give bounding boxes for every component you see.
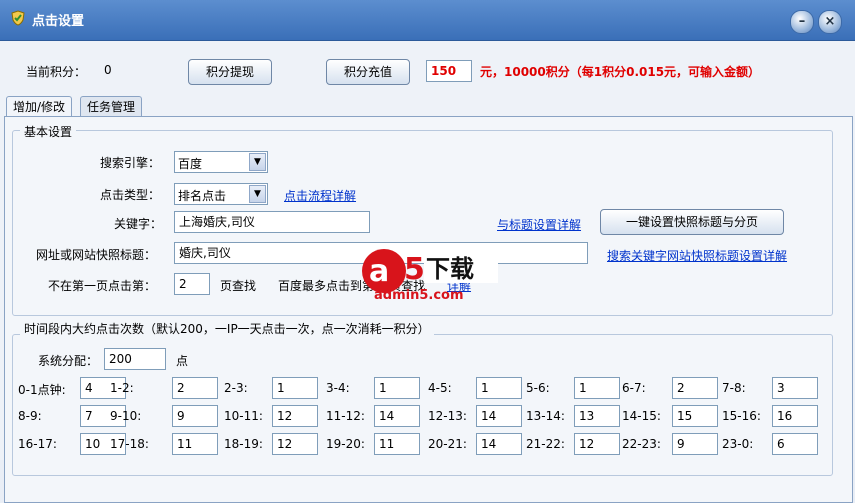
timeslot-label: 0-1点钟: (18, 383, 66, 397)
url-label: 网址或网站快照标题： (36, 248, 157, 262)
system-alloc-unit: 点 (176, 354, 189, 368)
timeslot-input[interactable]: 14 (476, 405, 522, 427)
click-type-select[interactable]: 排名点击 ▼ (174, 183, 268, 205)
timeslot-label: 10-11: (224, 409, 263, 423)
timeslot-input[interactable]: 15 (672, 405, 718, 427)
tab-task-management[interactable]: 任务管理 (80, 96, 143, 117)
click-type-value: 排名点击 (178, 189, 227, 203)
timeslot-label: 18-19: (224, 437, 263, 451)
timeslot-label: 8-9: (18, 409, 42, 423)
close-button[interactable]: × (818, 10, 842, 34)
title-bar: 点击设置 – × (0, 0, 855, 41)
keyword-label: 关键字： (114, 217, 163, 231)
timeslot-label: 13-14: (526, 409, 565, 423)
a5-logo-icon: a 5 下载 admin5.com (362, 249, 498, 303)
timeslot-input[interactable]: 14 (476, 433, 522, 455)
svg-text:5: 5 (404, 252, 425, 287)
system-alloc-label: 系统分配： (38, 354, 99, 368)
timeslot-label: 11-12: (326, 409, 365, 423)
timeslot-input[interactable]: 16 (772, 405, 818, 427)
recharge-amount-input[interactable]: 150 (426, 60, 472, 82)
engine-label: 搜索引擎： (100, 156, 161, 170)
timeslot-label: 4-5: (428, 381, 452, 395)
chevron-down-icon[interactable]: ▼ (249, 185, 266, 203)
timeslot-input[interactable]: 12 (272, 433, 318, 455)
svg-text:a: a (369, 254, 389, 289)
withdraw-button[interactable]: 积分提现 (188, 59, 272, 85)
timeslot-input[interactable]: 9 (172, 405, 218, 427)
tab-add-edit[interactable]: 增加/修改 (6, 96, 73, 117)
timeslot-input[interactable]: 11 (172, 433, 218, 455)
timeslot-input[interactable]: 1 (574, 377, 620, 399)
timeslot-input[interactable]: 1 (374, 377, 420, 399)
minimize-button[interactable]: – (790, 10, 814, 34)
timeslot-input[interactable]: 12 (272, 405, 318, 427)
not-first-page-input[interactable]: 2 (174, 273, 210, 295)
timeslot-input[interactable]: 12 (574, 433, 620, 455)
recharge-note: 元，10000积分（每1积分0.015元，可输入金额） (480, 65, 761, 79)
one-click-setup-button[interactable]: 一键设置快照标题与分页 (600, 209, 784, 235)
timeslot-label: 2-3: (224, 381, 248, 395)
search-setup-link[interactable]: 搜索关键字网站快照标题设置详解 (607, 247, 787, 264)
timeslot-input[interactable]: 6 (772, 433, 818, 455)
click-type-label: 点击类型： (100, 188, 161, 202)
timeslot-label: 7-8: (722, 381, 746, 395)
timeslot-title: 时间段内大约点击次数（默认200，一IP一天点击一次，点一次消耗一积分） (20, 320, 434, 337)
click-flow-link[interactable]: 点击流程详解 (284, 187, 356, 204)
shield-icon (11, 10, 25, 26)
timeslot-label: 1-2: (110, 381, 134, 395)
timeslot-label: 19-20: (326, 437, 365, 451)
svg-text:admin5.com: admin5.com (374, 288, 464, 303)
timeslot-label: 23-0: (722, 437, 754, 451)
engine-value: 百度 (178, 157, 203, 171)
title-setup-link[interactable]: 与标题设置详解 (497, 216, 581, 233)
timeslot-label: 21-22: (526, 437, 565, 451)
window-content: 当前积分： 0 积分提现 积分充值 150 元，10000积分（每1积分0.01… (0, 41, 855, 503)
timeslot-input[interactable]: 2 (672, 377, 718, 399)
timeslot-label: 15-16: (722, 409, 761, 423)
timeslot-label: 3-4: (326, 381, 350, 395)
points-value: 0 (104, 63, 112, 77)
keyword-input[interactable]: 上海婚庆,司仪 (174, 211, 370, 233)
page-find-text: 页查找 (220, 279, 257, 293)
timeslot-label: 5-6: (526, 381, 550, 395)
timeslot-label: 14-15: (622, 409, 661, 423)
timeslot-label: 9-10: (110, 409, 142, 423)
not-first-page-label: 不在第一页点击第： (48, 279, 157, 293)
engine-select[interactable]: 百度 ▼ (174, 151, 268, 173)
timeslot-label: 22-23: (622, 437, 661, 451)
timeslot-input[interactable]: 9 (672, 433, 718, 455)
recharge-button[interactable]: 积分充值 (326, 59, 410, 85)
timeslot-input[interactable]: 1 (272, 377, 318, 399)
window-title: 点击设置 (32, 14, 85, 29)
timeslot-label: 20-21: (428, 437, 467, 451)
svg-text:下载: 下载 (426, 255, 474, 283)
system-alloc-input[interactable]: 200 (104, 348, 166, 370)
timeslot-label: 6-7: (622, 381, 646, 395)
timeslot-input[interactable]: 2 (172, 377, 218, 399)
chevron-down-icon[interactable]: ▼ (249, 153, 266, 171)
timeslot-input[interactable]: 1 (476, 377, 522, 399)
timeslot-label: 17-18: (110, 437, 149, 451)
points-label: 当前积分： (26, 65, 87, 79)
timeslot-input[interactable]: 14 (374, 405, 420, 427)
timeslot-label: 16-17: (18, 437, 57, 451)
timeslot-input[interactable]: 11 (374, 433, 420, 455)
basic-settings-title: 基本设置 (20, 123, 77, 140)
timeslot-input[interactable]: 13 (574, 405, 620, 427)
timeslot-label: 12-13: (428, 409, 467, 423)
timeslot-input[interactable]: 3 (772, 377, 818, 399)
